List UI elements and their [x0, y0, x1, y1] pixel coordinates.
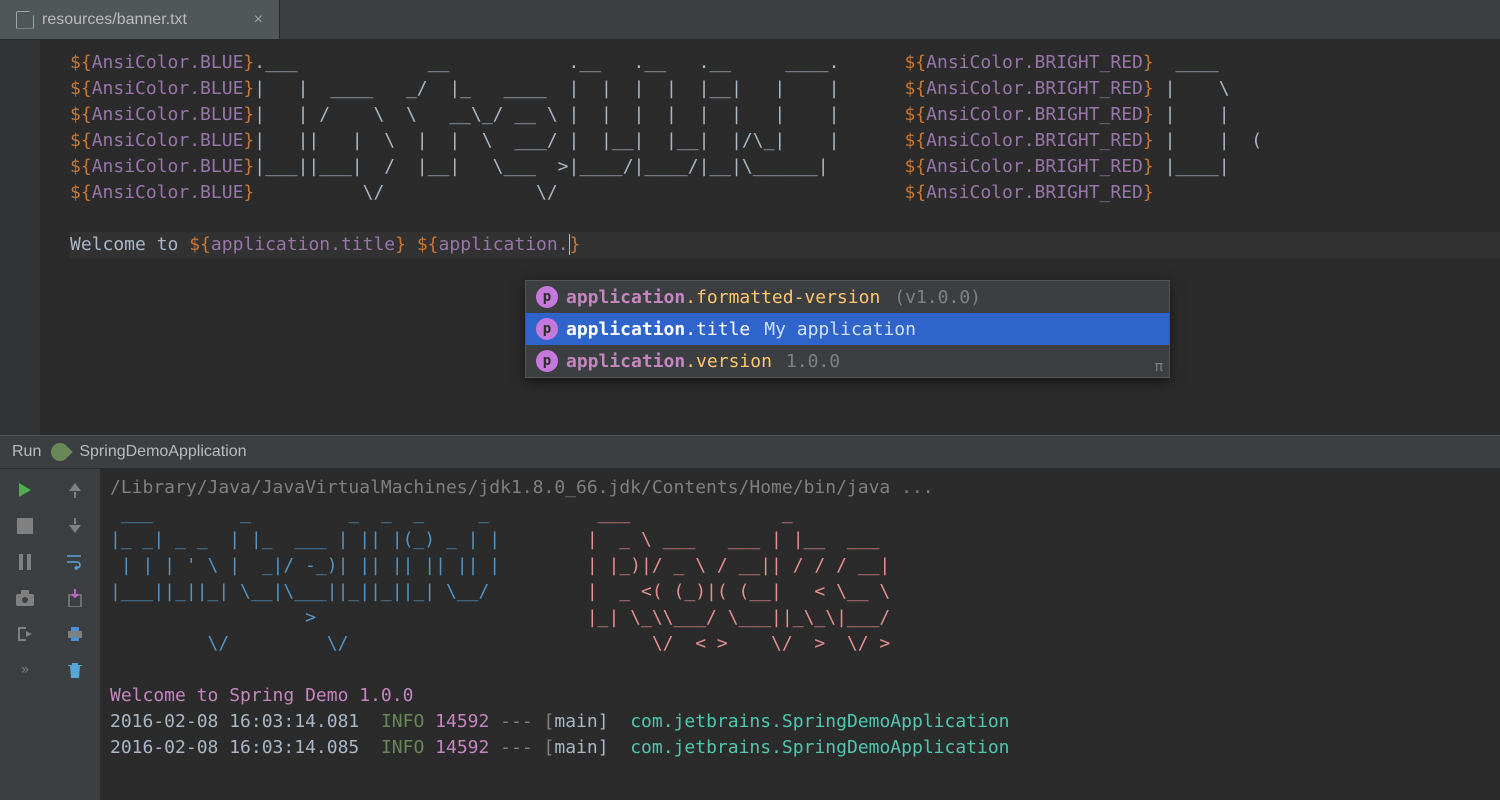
stop-icon[interactable] [14, 515, 36, 537]
editor-tabbar: resources/banner.txt × [0, 0, 1500, 40]
completion-item-selected[interactable]: p application.title My application [526, 313, 1169, 345]
console-output[interactable]: /Library/Java/JavaVirtualMachines/jdk1.8… [100, 469, 1500, 800]
spring-leaf-icon [48, 439, 73, 464]
up-arrow-icon[interactable] [64, 479, 86, 501]
editor-area[interactable]: ${AnsiColor.BLUE}.___ __ .__ .__ .__ ___… [0, 40, 1500, 435]
console-text: /Library/Java/JavaVirtualMachines/jdk1.8… [110, 475, 1500, 761]
completion-item[interactable]: p application.version 1.0.0 [526, 345, 1169, 377]
run-actions-secondary [50, 469, 100, 800]
trash-icon[interactable] [64, 659, 86, 681]
camera-icon[interactable] [14, 587, 36, 609]
pause-icon[interactable] [14, 551, 36, 573]
property-badge-icon: p [536, 286, 558, 308]
editor-tab-banner[interactable]: resources/banner.txt × [0, 0, 280, 39]
completion-item[interactable]: p application.formatted-version (v1.0.0) [526, 281, 1169, 313]
run-panel: » /Library/Java/JavaVirtualMachines/jdk1… [0, 469, 1500, 800]
print-icon[interactable] [64, 623, 86, 645]
completion-popup: p application.formatted-version (v1.0.0)… [525, 280, 1170, 378]
tab-label: resources/banner.txt [42, 11, 187, 29]
completion-pkg: application [566, 319, 685, 340]
exit-icon[interactable] [14, 623, 36, 645]
completion-value: My application [764, 319, 916, 340]
run-actions-primary: » [0, 469, 50, 800]
property-badge-icon: p [536, 318, 558, 340]
file-icon [16, 11, 34, 29]
down-arrow-icon[interactable] [64, 515, 86, 537]
completion-suffix: .version [685, 351, 772, 372]
editor-content: ${AnsiColor.BLUE}.___ __ .__ .__ .__ ___… [70, 50, 1500, 258]
completion-suffix: .title [685, 319, 750, 340]
completion-value: 1.0.0 [786, 351, 840, 372]
rerun-icon[interactable] [14, 479, 36, 501]
property-badge-icon: p [536, 350, 558, 372]
completion-value: (v1.0.0) [894, 287, 981, 308]
run-config-name: SpringDemoApplication [79, 443, 246, 461]
completion-suffix: .formatted-version [685, 287, 880, 308]
completion-pkg: application [566, 287, 685, 308]
export-icon[interactable] [64, 587, 86, 609]
run-label: Run [12, 443, 41, 461]
completion-pkg: application [566, 351, 685, 372]
close-icon[interactable]: × [254, 11, 263, 29]
pi-indicator-icon: π [1155, 359, 1163, 375]
wrap-icon[interactable] [64, 551, 86, 573]
more-icon[interactable]: » [14, 659, 36, 681]
run-toolwindow-header: Run SpringDemoApplication [0, 435, 1500, 469]
